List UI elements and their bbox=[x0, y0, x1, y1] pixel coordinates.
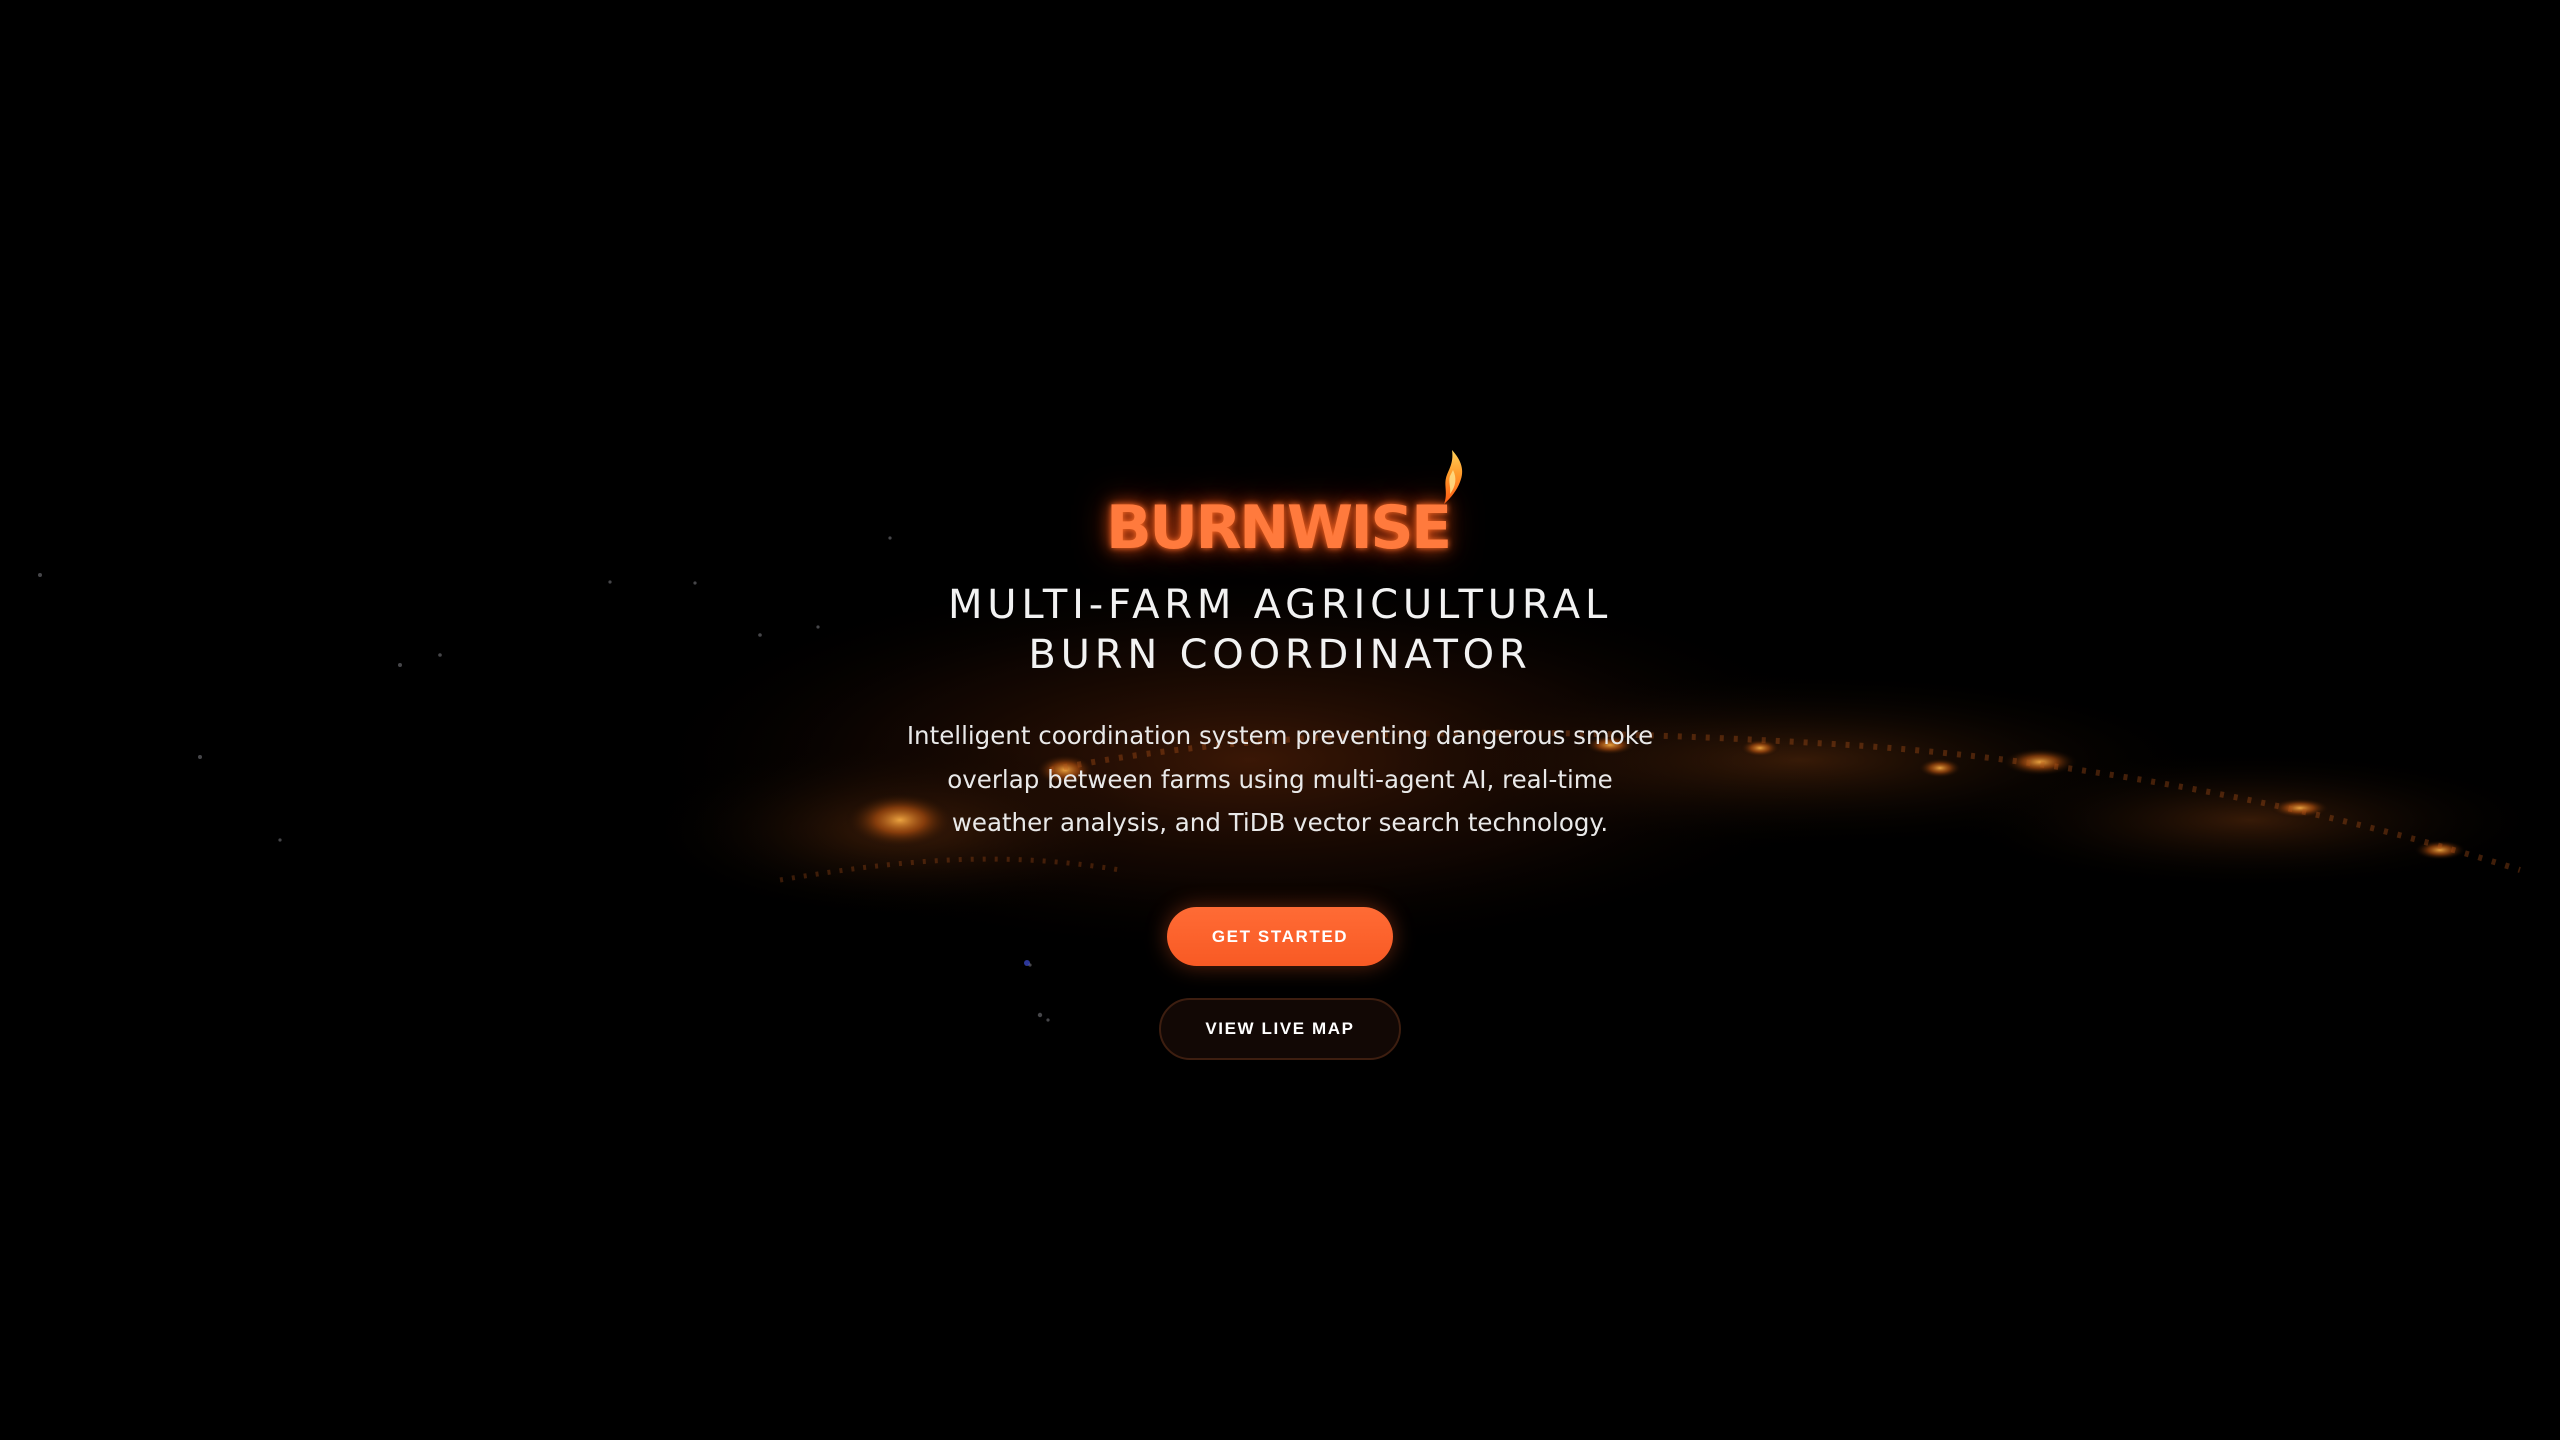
description-line: weather analysis, and TiDB vector search… bbox=[951, 808, 1609, 837]
tagline-line: MULTI-FARM AGRICULTURAL bbox=[947, 582, 1613, 628]
description-line: Intelligent coordination system preventi… bbox=[906, 721, 1654, 750]
view-live-map-label: VIEW LIVE MAP bbox=[1205, 1019, 1355, 1038]
get-started-label: GET STARTED bbox=[1211, 926, 1349, 946]
hero-tagline: MULTI-FARM AGRICULTURAL BURN COORDINATOR bbox=[780, 580, 1780, 680]
view-live-map-button[interactable]: VIEW LIVE MAP bbox=[1159, 998, 1401, 1060]
hero-section: BURNWISE MULTI-FARM AGRICULTURAL BURN CO… bbox=[0, 0, 2560, 1440]
description-line: overlap between farms using multi-agent … bbox=[947, 764, 1613, 794]
tagline-line: BURN COORDINATOR bbox=[1028, 632, 1532, 678]
brand-logo: BURNWISE bbox=[1100, 450, 1463, 568]
hero-description: Intelligent coordination system preventi… bbox=[880, 714, 1680, 845]
get-started-button[interactable]: GET STARTED bbox=[1167, 907, 1393, 966]
brand-name: BURNWISE bbox=[1106, 493, 1452, 563]
flame-icon bbox=[1444, 450, 1463, 504]
